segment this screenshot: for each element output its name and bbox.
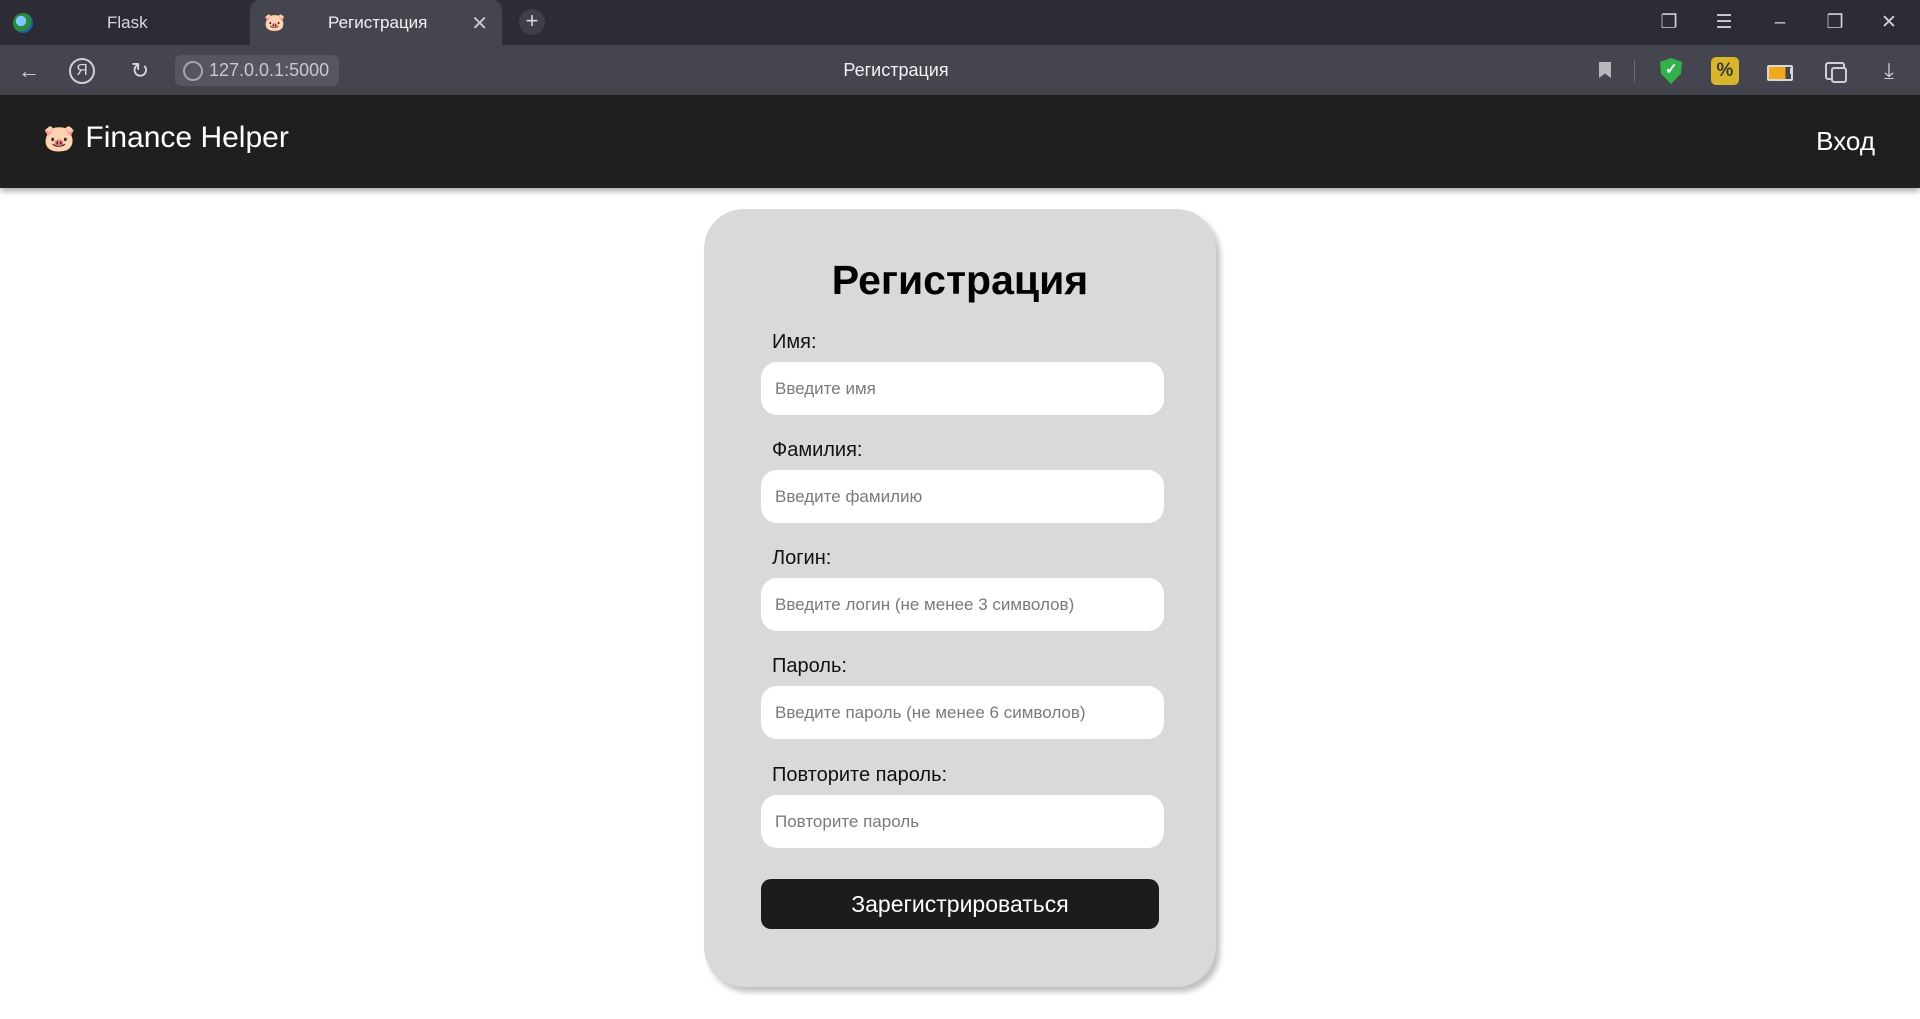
- piggy-bank-icon: 🐷: [43, 122, 76, 153]
- tab-title: Регистрация: [328, 13, 428, 32]
- login-label: Логин:: [772, 547, 832, 569]
- flask-icon: [13, 13, 33, 33]
- brand-logo[interactable]: 🐷 Finance Helper: [43, 121, 289, 155]
- first-name-label: Имя:: [772, 331, 817, 353]
- site-header: 🐷 Finance Helper Вход: [0, 95, 1920, 188]
- password-input[interactable]: [761, 686, 1164, 739]
- tab-title: Flask: [107, 13, 148, 32]
- tab-flask[interactable]: Flask: [0, 0, 250, 45]
- login-link[interactable]: Вход: [1816, 126, 1875, 157]
- protect-shield-icon[interactable]: [1657, 57, 1685, 85]
- toolbar-divider: [1634, 60, 1635, 82]
- form-title: Регистрация: [831, 257, 1089, 303]
- tabs-list-icon[interactable]: ❐: [1649, 8, 1689, 38]
- last-name-label: Фамилия:: [772, 439, 863, 461]
- register-button[interactable]: Зарегистрироваться: [761, 879, 1159, 929]
- browser-toolbar: ← Я ↻ 127.0.0.1:5000 Регистрация % ⤓: [0, 45, 1920, 95]
- login-input[interactable]: [761, 578, 1164, 631]
- password-label: Пароль:: [772, 655, 847, 677]
- close-window-icon[interactable]: ✕: [1869, 8, 1909, 38]
- sidebar-icon[interactable]: [1821, 57, 1849, 85]
- battery-icon[interactable]: [1766, 57, 1794, 85]
- new-tab-button[interactable]: +: [519, 9, 545, 35]
- tab-registration[interactable]: 🐷 Регистрация ✕: [250, 0, 502, 45]
- confirm-password-input[interactable]: [761, 795, 1164, 848]
- bookmark-icon[interactable]: [1591, 57, 1619, 85]
- download-icon[interactable]: ⤓: [1875, 57, 1903, 85]
- menu-icon[interactable]: ☰: [1704, 8, 1744, 38]
- browser-tabstrip: Flask 🐷 Регистрация ✕ + ❐ ☰ – ❒ ✕: [0, 0, 1920, 45]
- last-name-input[interactable]: [761, 470, 1164, 523]
- registration-card: Регистрация Имя: Фамилия: Логин: Пароль:…: [704, 209, 1216, 987]
- first-name-input[interactable]: [761, 362, 1164, 415]
- close-tab-icon[interactable]: ✕: [471, 11, 488, 36]
- restore-icon[interactable]: ❒: [1815, 8, 1855, 38]
- confirm-password-label: Повторите пароль:: [772, 764, 948, 786]
- piggy-bank-icon: 🐷: [264, 13, 286, 32]
- brand-name: Finance Helper: [85, 121, 289, 154]
- discount-icon[interactable]: %: [1711, 57, 1739, 85]
- page-title: Регистрация: [843, 60, 949, 80]
- minimize-icon[interactable]: –: [1760, 8, 1800, 38]
